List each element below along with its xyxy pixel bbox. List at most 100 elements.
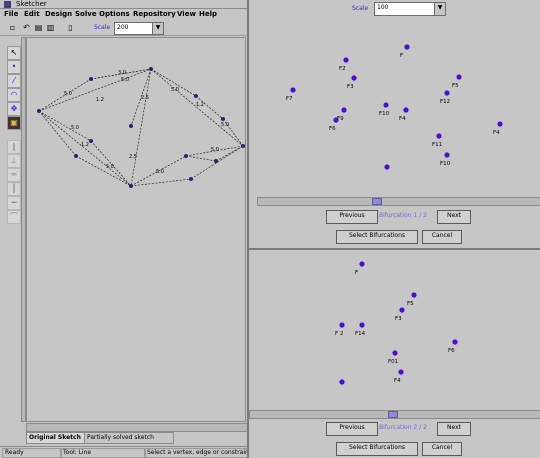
cluster-label: F12 (440, 99, 450, 105)
sketch-vertex[interactable] (74, 154, 78, 158)
cluster-point[interactable] (339, 322, 345, 328)
cluster-point[interactable] (398, 369, 404, 375)
sketch-constraint-label: 1.2 (196, 102, 204, 108)
sketch-constraint-label: 2.5 (129, 154, 137, 160)
sketch-vertex[interactable] (214, 159, 218, 163)
sketch-constraint-label: 5.0 (171, 87, 179, 93)
cluster-point[interactable] (403, 107, 409, 113)
sketch-constraint-label: 1.2 (81, 142, 89, 148)
cluster-label: F01 (388, 359, 398, 365)
cluster-point[interactable] (399, 307, 405, 313)
cluster-label: F5 (407, 301, 414, 307)
sketch-vertex[interactable] (37, 109, 41, 113)
cluster-label: F14 (355, 331, 366, 337)
cluster-label: F4 (493, 130, 500, 136)
cluster-label: F6 (329, 126, 336, 132)
sketch-vertex[interactable] (241, 144, 245, 148)
sketch-vertex[interactable] (89, 77, 93, 81)
cancel-button[interactable]: Cancel (422, 230, 462, 244)
sketch-edge (75, 155, 132, 187)
top-horizontal-scrollbar[interactable] (257, 197, 540, 206)
cluster-point[interactable] (411, 292, 417, 298)
sketch-canvas[interactable]: 5.0 5.0 5.0 5.0 5.0 5.0 5.0 5.0 1.2 2.5 2.5 1.2 1.2 3… (26, 37, 246, 422)
tab-original-sketch[interactable]: Original Sketch (26, 432, 90, 444)
cluster-label: F9 (337, 116, 344, 122)
sketch-constraint-label: 5.0 (64, 91, 72, 97)
sketch-constraint-label: 5.0 (121, 77, 129, 83)
status-bar: Ready Tool: Line Select a vertex, edge o… (0, 446, 252, 458)
cluster-label: F3 (395, 316, 402, 322)
cluster-label: F11 (432, 142, 442, 148)
sketch-edge (38, 110, 77, 157)
sketch-edge (130, 68, 152, 187)
bottom-scroll-thumb[interactable] (388, 411, 398, 418)
cluster-point[interactable] (351, 75, 357, 81)
cluster-label: F 2 (335, 331, 343, 337)
sketch-edge (185, 155, 217, 162)
cluster-label: F10 (440, 161, 451, 167)
tab-partially-solved-sketch[interactable]: Partially solved sketch (84, 432, 174, 444)
bifurcation-panel-1: Scale 100 ▼ F F2 F3 F7 F6 F9 F10 F4 F12 F5 F4 F11 F1… (247, 0, 540, 250)
sketch-constraint-label: 5.0 (106, 164, 114, 170)
cluster-point[interactable] (404, 44, 410, 50)
cluster-point[interactable] (339, 379, 345, 385)
sketch-vertex[interactable] (221, 117, 225, 121)
cluster-label: F6 (448, 348, 455, 354)
sketch-horizontal-scrollbar[interactable] (26, 423, 248, 432)
cluster-point[interactable] (343, 57, 349, 63)
cluster-point[interactable] (436, 133, 442, 139)
cluster-label: F7 (286, 96, 293, 102)
bifurcation-2-drawing[interactable]: F F5 F3 F 2 F14 F6 F01 F4 (249, 250, 540, 410)
cluster-point[interactable] (359, 261, 365, 267)
cluster-point[interactable] (444, 90, 450, 96)
cluster-point[interactable] (456, 74, 462, 80)
select-bifurcations-button[interactable]: Select Bifurcations (336, 442, 418, 456)
sketch-vertex[interactable] (194, 94, 198, 98)
sketch-constraint-label: 5.0 (221, 122, 229, 128)
cluster-point[interactable] (384, 164, 390, 170)
cluster-point[interactable] (290, 87, 296, 93)
sketch-constraint-label: 2.5 (141, 95, 149, 101)
sketch-vertex[interactable] (149, 67, 153, 71)
cluster-label: F2 (339, 66, 346, 72)
bifurcation-counter: Bifurcation 2 / 2 (379, 424, 427, 431)
sketch-edge (130, 178, 192, 187)
sketch-edge (38, 110, 92, 142)
cancel-button[interactable]: Cancel (422, 442, 462, 456)
sketch-drawing[interactable]: 5.0 5.0 5.0 5.0 5.0 5.0 5.0 5.0 1.2 2.5 2.5 1.2 1.2 3… (1, 1, 245, 386)
sketch-constraint-label: 1.2 (96, 97, 104, 103)
cluster-label: F10 (379, 111, 390, 117)
bottom-horizontal-scrollbar[interactable] (249, 410, 540, 419)
cluster-point[interactable] (444, 152, 450, 158)
cluster-point[interactable] (359, 322, 365, 328)
cluster-point[interactable] (383, 102, 389, 108)
sketch-vertex[interactable] (184, 154, 188, 158)
cluster-label: F4 (399, 116, 406, 122)
bifurcation-panel-2: F F5 F3 F 2 F14 F6 F01 F4 Previous Bifurcation … (247, 250, 540, 458)
status-hint: Select a vertex, edge or constraint (144, 448, 252, 458)
sketch-vertex[interactable] (129, 184, 133, 188)
status-tool: Tool: Line (60, 448, 146, 458)
sketch-constraint-label: 3.0 (118, 70, 126, 76)
bifurcation-counter: Bifurcation 1 / 2 (379, 212, 427, 219)
cluster-point[interactable] (452, 339, 458, 345)
sketch-vertex[interactable] (129, 124, 133, 128)
cluster-label: F (355, 270, 358, 276)
select-bifurcations-button[interactable]: Select Bifurcations (336, 230, 418, 244)
top-scroll-thumb[interactable] (372, 198, 382, 205)
cluster-label: F5 (452, 83, 459, 89)
bifurcation-1-drawing[interactable]: F F2 F3 F7 F6F9 F10 F4 F12 F5 F4 F11 F10 (249, 0, 540, 200)
previous-button[interactable]: Previous (326, 210, 378, 224)
sketch-edge (38, 110, 132, 187)
sketch-tabs: Original Sketch Partially solved sketch (26, 432, 246, 444)
sketch-vertex[interactable] (189, 177, 193, 181)
next-button[interactable]: Next (437, 210, 471, 224)
previous-button[interactable]: Previous (326, 422, 378, 436)
sketch-constraint-label: 5.0 (71, 125, 79, 131)
cluster-point[interactable] (341, 107, 347, 113)
sketch-edge (38, 68, 152, 112)
cluster-point[interactable] (392, 350, 398, 356)
cluster-point[interactable] (497, 121, 503, 127)
sketch-vertex[interactable] (89, 139, 93, 143)
next-button[interactable]: Next (437, 422, 471, 436)
